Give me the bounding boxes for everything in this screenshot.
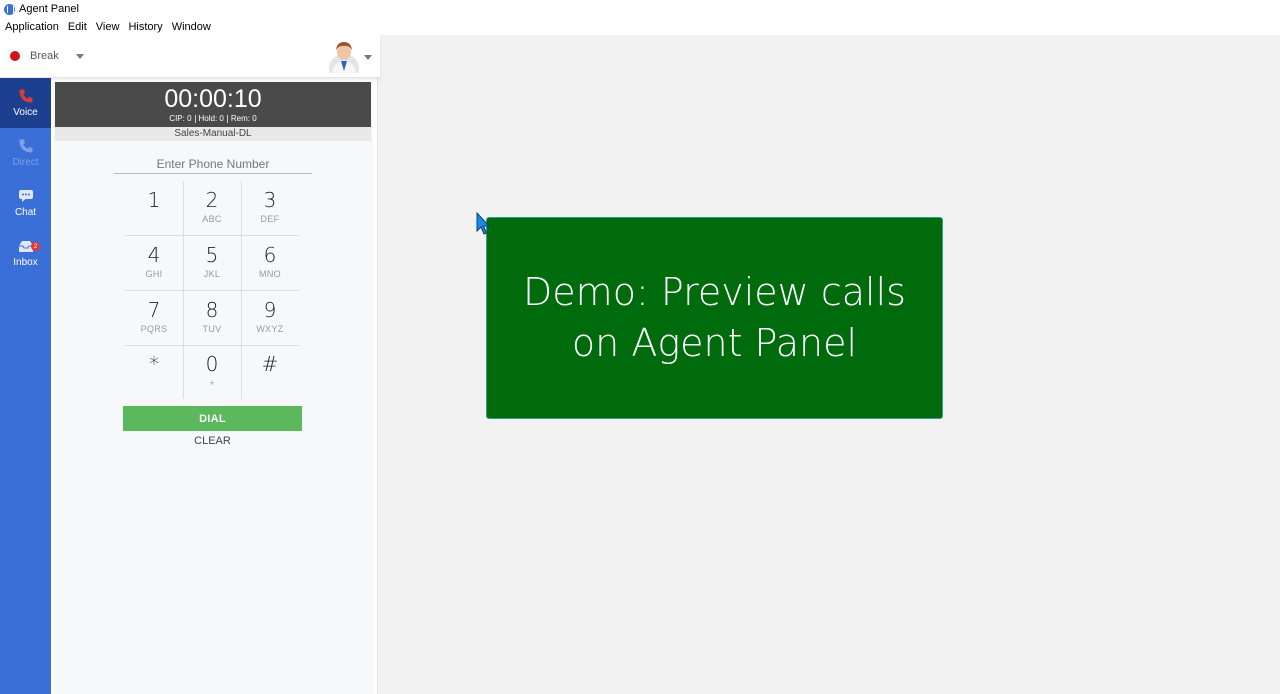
key-6[interactable]: 6 MNO (241, 236, 299, 290)
status-bar: Break (0, 35, 380, 78)
menu-window[interactable]: Window (172, 21, 211, 33)
nav-label-inbox: Inbox (13, 257, 38, 268)
menu-history[interactable]: History (128, 21, 162, 33)
key-8[interactable]: 8 TUV (183, 291, 241, 345)
call-counters: CIP: 0 Hold: 0 Rem: 0 (55, 114, 371, 124)
key-5[interactable]: 5 JKL (183, 236, 241, 290)
nav-label-direct: Direct (12, 157, 39, 168)
status-dot-icon (10, 51, 20, 61)
key-digit: 3 (263, 188, 277, 212)
key-2[interactable]: 2 ABC (183, 181, 241, 235)
key-digit: 8 (205, 298, 219, 322)
key-7[interactable]: 7 PQRS (125, 291, 183, 345)
avatar[interactable] (328, 39, 360, 73)
key-digit: 6 (263, 243, 277, 267)
status-label: Break (30, 50, 59, 62)
key-star[interactable]: * (125, 345, 183, 399)
nav-label-chat: Chat (14, 207, 37, 218)
window-title: Agent Panel (19, 3, 79, 15)
key-letters: TUV (202, 324, 222, 334)
key-digit: 5 (205, 243, 219, 267)
key-letters: JKL (203, 269, 221, 279)
key-9[interactable]: 9 WXYZ (241, 291, 299, 345)
call-timer-box: 00:00:10 CIP: 0 Hold: 0 Rem: 0 (55, 82, 371, 127)
key-letters: WXYZ (256, 324, 284, 334)
mouse-cursor-icon (476, 212, 490, 235)
dial-button[interactable]: DIAL (123, 406, 302, 431)
phone-number-input[interactable] (114, 154, 312, 174)
key-letters: PQRS (140, 324, 168, 334)
key-digit: 9 (263, 298, 277, 322)
cip-count: CIP: 0 (169, 114, 192, 123)
key-digit: * (149, 352, 159, 376)
key-digit: # (261, 352, 279, 376)
nav-item-inbox[interactable]: 2 Inbox (0, 228, 51, 278)
key-letters: MNO (259, 269, 281, 279)
nav-item-voice[interactable]: Voice (0, 78, 51, 128)
hold-count: Hold: 0 (198, 114, 224, 123)
key-4[interactable]: 4 GHI (125, 236, 183, 290)
rem-count: Rem: 0 (230, 114, 257, 123)
clear-button[interactable]: CLEAR (123, 435, 302, 449)
phone-icon (19, 89, 32, 103)
key-letters: ABC (202, 214, 222, 224)
nav-item-chat[interactable]: Chat (0, 178, 51, 228)
chevron-down-icon (76, 54, 84, 59)
dial-keypad: 1 2 ABC 3 DEF 4 GHI 5 JKL 6 MNO 7 PQRS 8 TUV 9 W… (125, 181, 299, 399)
campaign-name: Sales-Manual-DL (55, 127, 371, 141)
key-3[interactable]: 3 DEF (241, 181, 299, 235)
chat-icon (18, 190, 33, 202)
avatar-chevron-down-icon[interactable] (364, 55, 372, 60)
key-letters: GHI (145, 269, 163, 279)
nav-item-direct[interactable]: Direct (0, 128, 51, 178)
key-digit: 7 (147, 298, 161, 322)
sidebar-nav: Voice Direct Chat 2 Inbox (0, 78, 51, 694)
menu-bar: Application Edit View History Window (0, 18, 1280, 35)
key-0[interactable]: 0 + (183, 345, 241, 399)
menu-view[interactable]: View (96, 21, 120, 33)
key-digit: 0 (205, 352, 219, 376)
app-icon (4, 3, 15, 15)
demo-overlay-banner: Demo: Preview calls on Agent Panel (486, 217, 943, 419)
window-titlebar: Agent Panel (0, 0, 1280, 18)
call-timer: 00:00:10 (164, 85, 262, 113)
key-digit: 4 (147, 243, 161, 267)
key-1[interactable]: 1 (125, 181, 183, 235)
key-letters: DEF (260, 214, 280, 224)
inbox-badge: 2 (31, 242, 40, 251)
key-letters: + (209, 378, 215, 388)
nav-label-voice: Voice (13, 107, 38, 118)
key-digit: 1 (147, 188, 161, 212)
demo-overlay-line1: Demo: Preview calls (523, 270, 906, 314)
menu-edit[interactable]: Edit (68, 21, 87, 33)
key-digit: 2 (205, 188, 219, 212)
dialer-panel: 00:00:10 CIP: 0 Hold: 0 Rem: 0 Sales-Manua… (53, 80, 373, 694)
phone-icon (19, 139, 32, 153)
menu-application[interactable]: Application (5, 21, 59, 33)
key-hash[interactable]: # (241, 345, 299, 399)
demo-overlay-line2: on Agent Panel (571, 321, 858, 365)
